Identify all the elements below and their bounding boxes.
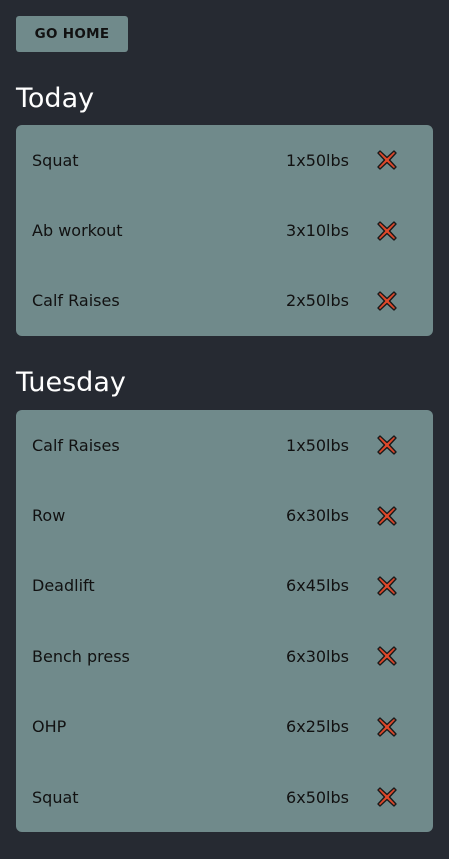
exercise-amount: 1x50lbs [286, 435, 349, 455]
exercise-name: Row [32, 506, 66, 526]
cross-mark-icon[interactable] [376, 786, 398, 808]
exercise-amount: 6x30lbs [286, 506, 349, 526]
exercise-row: Squat 6x50lbs [16, 762, 433, 832]
cross-mark-icon[interactable] [376, 575, 398, 597]
exercise-name: Squat [32, 150, 79, 170]
exercise-amount: 3x10lbs [286, 221, 349, 241]
exercise-row: Bench press 6x30lbs [16, 621, 433, 691]
exercise-name: Ab workout [32, 221, 123, 241]
cross-mark-icon[interactable] [376, 505, 398, 527]
exercise-amount: 2x50lbs [286, 291, 349, 311]
exercise-name: Squat [32, 787, 79, 807]
exercise-amount: 6x30lbs [286, 646, 349, 666]
day-title-today: Today [16, 83, 95, 114]
exercise-amount: 6x50lbs [286, 787, 349, 807]
day-title-tuesday: Tuesday [16, 367, 126, 398]
exercise-name: Calf Raises [32, 435, 120, 455]
exercise-amount: 6x25lbs [286, 717, 349, 737]
cross-mark-icon[interactable] [376, 220, 398, 242]
cross-mark-icon[interactable] [376, 149, 398, 171]
exercise-row: Calf Raises 1x50lbs [16, 410, 433, 480]
exercise-name: OHP [32, 717, 67, 737]
exercise-name: Deadlift [32, 576, 95, 596]
exercise-row: OHP 6x25lbs [16, 692, 433, 762]
exercise-name: Calf Raises [32, 291, 120, 311]
exercise-row: Ab workout 3x10lbs [16, 195, 433, 265]
go-home-button[interactable]: GO HOME [16, 16, 128, 52]
exercise-row: Squat 1x50lbs [16, 125, 433, 195]
cross-mark-icon[interactable] [376, 645, 398, 667]
exercise-amount: 1x50lbs [286, 150, 349, 170]
cross-mark-icon[interactable] [376, 716, 398, 738]
exercise-name: Bench press [32, 646, 130, 666]
exercise-amount: 6x45lbs [286, 576, 349, 596]
cross-mark-icon[interactable] [376, 290, 398, 312]
exercise-row: Deadlift 6x45lbs [16, 551, 433, 621]
exercise-row: Calf Raises 2x50lbs [16, 266, 433, 336]
workout-card-today: Squat 1x50lbs Ab workout 3x10lbs Calf Ra… [16, 125, 433, 337]
workout-card-tuesday: Calf Raises 1x50lbs Row 6x30lbs Deadlift… [16, 410, 433, 833]
cross-mark-icon[interactable] [376, 434, 398, 456]
exercise-row: Row 6x30lbs [16, 480, 433, 550]
